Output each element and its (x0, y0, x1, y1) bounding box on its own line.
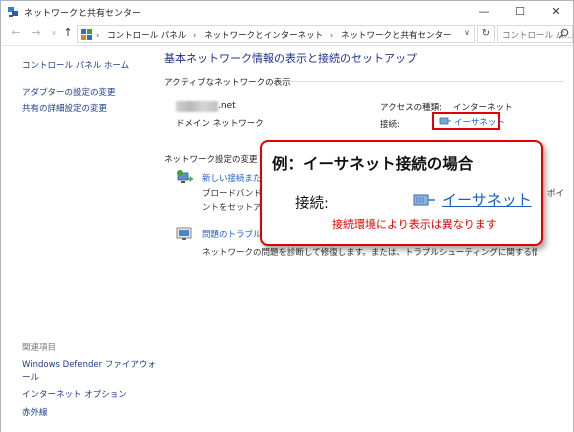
close-button[interactable]: ✕ (539, 1, 573, 23)
breadcrumb-item-control-panel[interactable]: コントロール パネル (107, 31, 186, 41)
address-bar[interactable]: › コントロール パネル › ネットワークとインターネット › ネットワークと共… (77, 25, 475, 43)
ethernet-icon (439, 117, 451, 125)
new-connection-desc-tail: ポイ (547, 189, 565, 199)
firewall-link[interactable]: Windows Defender ファイアウォ (22, 358, 156, 370)
troubleshoot-desc: ネットワークの問題を診断して修復します。または、トラブルシューティングに関する情… (202, 248, 537, 258)
search-icon (558, 28, 569, 39)
control-panel-home-link[interactable]: コントロール パネル ホーム (22, 59, 129, 71)
callout-heading: 例：イーサネット接続の場合 (272, 155, 474, 173)
callout-connections-label: 接続: (295, 196, 329, 212)
breadcrumb: › コントロール パネル › ネットワークとインターネット › ネットワークと共… (96, 29, 455, 41)
forward-arrow-icon[interactable]: → (29, 26, 43, 40)
up-arrow-icon[interactable]: ↑ (61, 26, 75, 40)
active-networks-heading: アクティブなネットワークの表示 (164, 78, 291, 88)
internet-options-link[interactable]: インターネット オプション (22, 388, 127, 400)
minimize-button[interactable]: — (467, 1, 501, 23)
callout-note: 接続環境により表示は異なります (332, 218, 497, 231)
network-name: .net (218, 101, 236, 111)
change-settings-heading: ネットワーク設定の変更 (164, 155, 258, 165)
chevron-right-icon[interactable]: › (330, 31, 333, 41)
advanced-sharing-link[interactable]: 共有の詳細設定の変更 (22, 102, 107, 114)
new-connection-icon (177, 170, 193, 183)
callout-ethernet-link[interactable]: イーサネット (442, 189, 532, 210)
chevron-down-icon[interactable]: ∨ (464, 28, 470, 37)
window-title: ネットワークと共有センター (24, 9, 142, 19)
title-bar: ネットワークと共有センター — ☐ ✕ (0, 0, 574, 22)
maximize-button[interactable]: ☐ (503, 1, 537, 23)
ethernet-icon (413, 194, 435, 206)
breadcrumb-item-network-center[interactable]: ネットワークと共有センター (341, 31, 452, 41)
control-panel-icon (81, 29, 92, 40)
network-category: ドメイン ネットワーク (176, 119, 264, 129)
chevron-right-icon: › (96, 31, 100, 41)
refresh-button[interactable]: ↻ (477, 25, 495, 43)
adapter-settings-link[interactable]: アダプターの設定の変更 (22, 86, 116, 98)
chevron-right-icon[interactable]: › (193, 31, 196, 41)
firewall-link-cont[interactable]: ール (22, 371, 39, 383)
refresh-icon: ↻ (481, 28, 491, 39)
breadcrumb-item-network-internet[interactable]: ネットワークとインターネット (204, 31, 323, 41)
ethernet-link[interactable]: イーサネット (454, 116, 505, 128)
network-name-blurred (176, 101, 218, 112)
section-divider (282, 81, 564, 82)
connection-highlight: イーサネット (432, 112, 505, 130)
dropdown-icon[interactable]: ∨ (47, 26, 61, 40)
ethernet-callout: 例：イーサネット接続の場合 接続: イーサネット 接続環境により表示は異なります (260, 140, 543, 246)
infrared-link[interactable]: 赤外線 (22, 406, 48, 418)
back-arrow-icon[interactable]: ← (9, 26, 23, 40)
search-input[interactable]: コントロール パ... (497, 25, 573, 43)
network-center-icon (8, 7, 18, 17)
connections-label: 接続: (380, 120, 400, 130)
troubleshoot-icon (176, 227, 192, 240)
related-heading: 関連項目 (22, 343, 57, 353)
page-title: 基本ネットワーク情報の表示と接続のセットアップ (164, 52, 417, 65)
address-row: ← → ∨ ↑ › コントロール パネル › ネットワークとインターネット › … (0, 22, 574, 46)
